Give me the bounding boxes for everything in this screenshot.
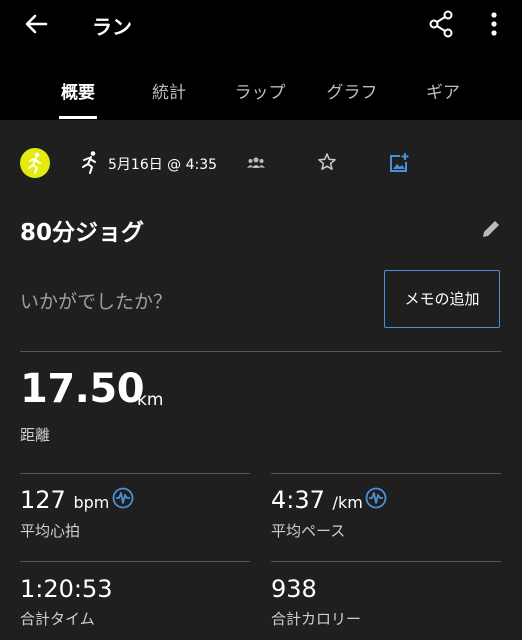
tab-stats[interactable]: 統計	[124, 78, 214, 103]
add-photo-icon[interactable]	[388, 152, 410, 174]
group-icon[interactable]	[246, 154, 266, 172]
distance-label: 距離	[20, 426, 51, 444]
divider	[271, 561, 501, 562]
tab-bar: 概要 統計 ラップ グラフ ギア	[0, 70, 522, 120]
calories-value: 938	[271, 575, 317, 603]
tab-gear[interactable]: ギア	[398, 78, 488, 103]
activity-date: 5月16日 @ 4:35	[108, 157, 218, 173]
back-arrow-icon[interactable]	[22, 10, 50, 38]
more-vert-icon[interactable]	[482, 10, 506, 38]
tab-graphs[interactable]: グラフ	[307, 78, 397, 103]
total-time-label: 合計タイム	[20, 610, 95, 628]
heart-rate-value: 127	[20, 486, 66, 514]
calories-label: 合計カロリー	[271, 610, 362, 628]
distance-value: 17.50	[20, 366, 145, 412]
pace-stat: 4:37 /km	[271, 486, 363, 514]
pace-label: 平均ペース	[271, 522, 346, 540]
heart-rate-unit: bpm	[73, 493, 110, 512]
activity-name: 80分ジョグ	[20, 220, 145, 246]
star-icon[interactable]	[317, 152, 337, 172]
pace-unit: /km	[332, 493, 363, 512]
activity-meta-row: 5月16日 @ 4:35	[0, 140, 522, 186]
pulse-icon[interactable]	[112, 487, 134, 509]
runner-icon	[82, 151, 96, 174]
total-time-value: 1:20:53	[20, 575, 113, 603]
avatar-runner-icon	[28, 152, 41, 174]
feel-prompt: いかがでしたか？	[20, 291, 173, 313]
tab-laps[interactable]: ラップ	[215, 78, 305, 103]
avatar[interactable]	[20, 148, 50, 178]
heart-rate-label: 平均心拍	[20, 522, 81, 540]
divider	[20, 351, 501, 352]
divider	[20, 473, 250, 474]
pulse-icon[interactable]	[365, 487, 387, 509]
page-title: ラン	[92, 15, 132, 39]
tab-overview[interactable]: 概要	[33, 78, 123, 103]
pencil-icon[interactable]	[480, 218, 502, 240]
add-memo-button[interactable]: メモの追加	[384, 270, 500, 328]
app-bar: ラン	[0, 0, 522, 48]
distance-unit: km	[137, 390, 164, 410]
share-icon[interactable]	[428, 10, 454, 38]
heart-rate-stat: 127 bpm	[20, 486, 109, 514]
header: ラン 概要 統計 ラップ グラフ ギア	[0, 0, 522, 120]
divider	[271, 473, 501, 474]
divider	[20, 561, 250, 562]
active-tab-indicator	[59, 116, 97, 119]
pace-value: 4:37	[271, 486, 325, 514]
